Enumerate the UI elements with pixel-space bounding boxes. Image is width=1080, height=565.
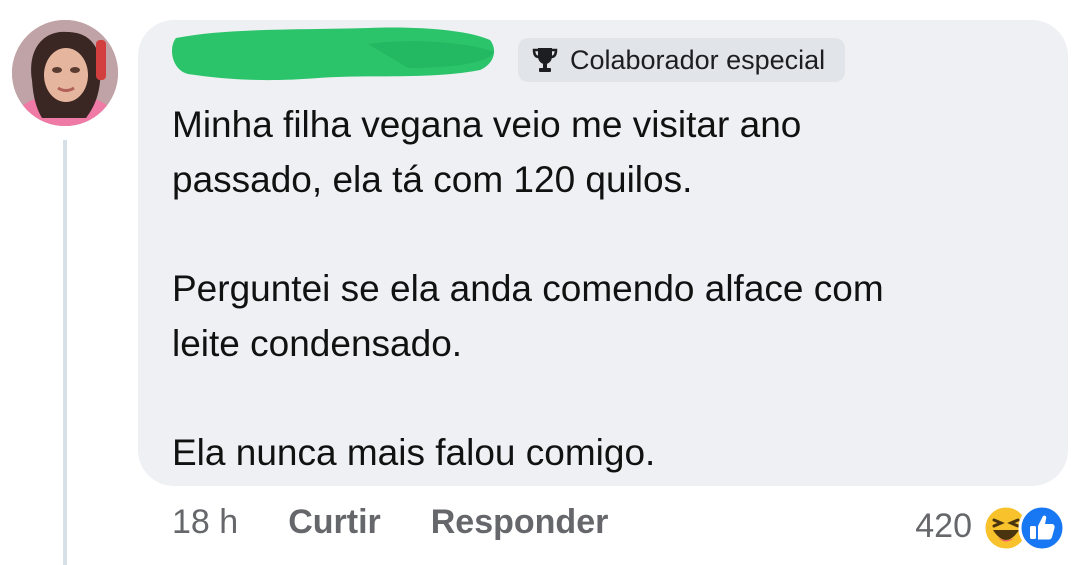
comment-paragraph: Minha filha vegana veio me visitar ano p… [172, 104, 802, 200]
comment-body: Minha filha vegana veio me visitar ano p… [172, 97, 1042, 480]
redacted-author-name [172, 27, 495, 81]
badge-label: Colaborador especial [570, 44, 826, 75]
reaction-count: 420 [915, 506, 972, 545]
comment-actions: 18 h Curtir Responder [172, 503, 608, 542]
like-button[interactable]: Curtir [288, 503, 381, 542]
reactions-summary[interactable]: 420 [915, 498, 1068, 554]
top-contributor-badge[interactable]: Colaborador especial [518, 38, 846, 82]
comment-paragraph: Perguntei se ela anda comendo alface com… [172, 268, 884, 364]
timestamp[interactable]: 18 h [172, 503, 238, 542]
reaction-icons [982, 498, 1068, 554]
comment-paragraph: Ela nunca mais falou comigo. [172, 432, 656, 473]
avatar[interactable] [12, 20, 118, 126]
trophy-icon [532, 48, 558, 72]
thread-line [63, 140, 67, 565]
comment-bubble: Colaborador especial Minha filha vegana … [138, 20, 1068, 486]
reply-button[interactable]: Responder [431, 503, 609, 542]
avatar-photo [12, 20, 118, 126]
like-icon [1018, 504, 1066, 552]
